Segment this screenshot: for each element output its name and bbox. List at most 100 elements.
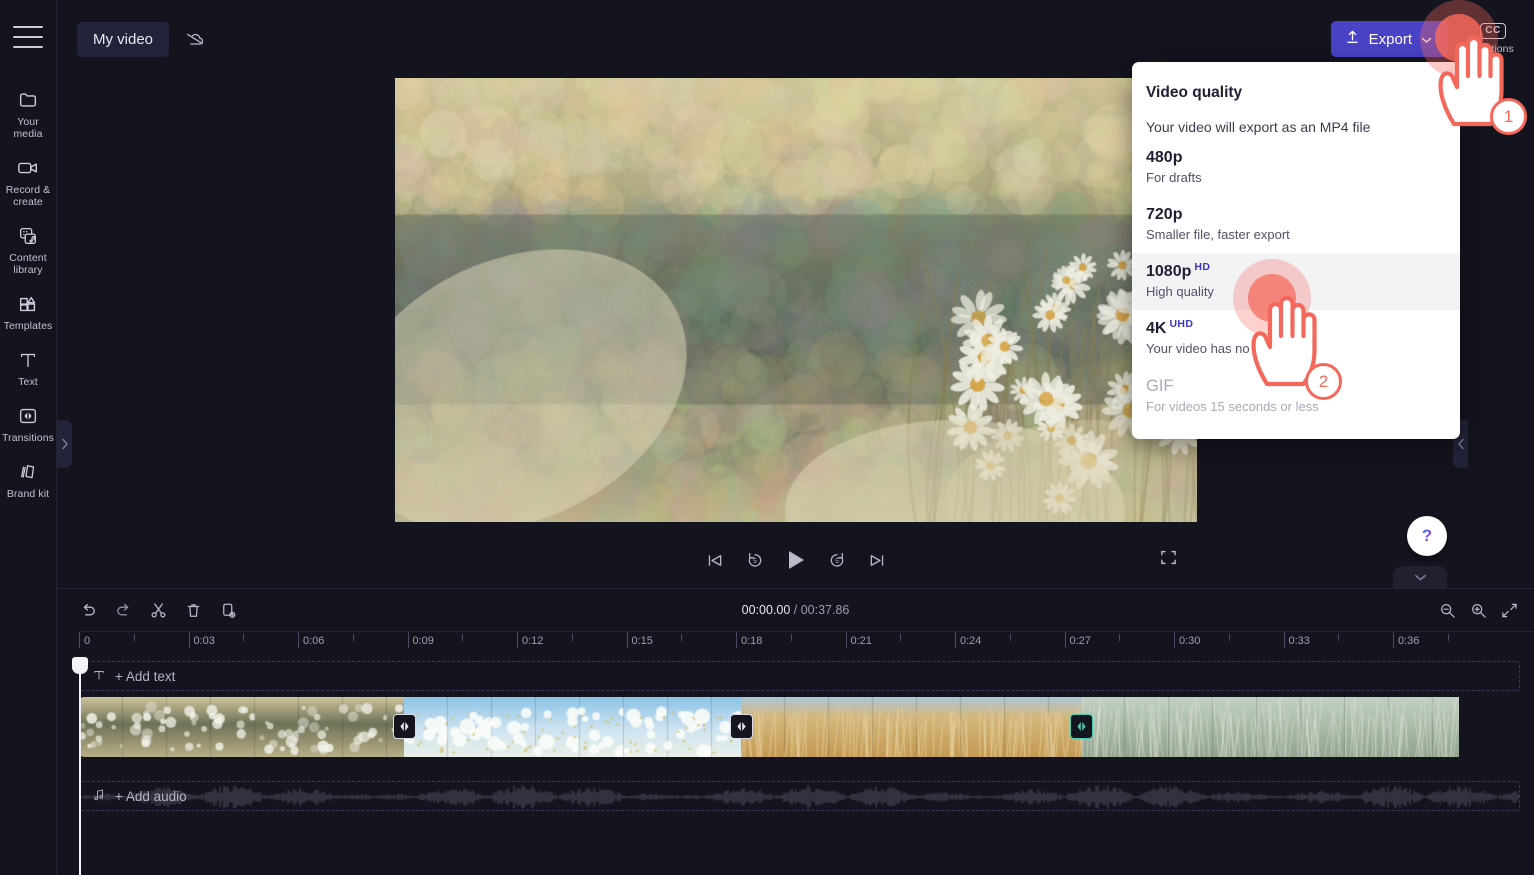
ruler-tick-minor <box>571 632 573 641</box>
timeline-clip[interactable] <box>1081 697 1459 757</box>
skip-to-end-button[interactable] <box>867 551 886 570</box>
ruler-tick-minor <box>1447 632 1449 641</box>
ruler-tick: 0:09 <box>407 632 434 648</box>
ruler-tick: 0:03 <box>188 632 215 648</box>
clipchamp-video-editor: Your media Record & create Content libra… <box>0 0 1534 875</box>
sidebar-label: Record & create <box>5 184 51 208</box>
quality-option-4k[interactable]: 4K UHD Your video has no 4K media <box>1132 310 1460 367</box>
cloud-off-icon[interactable] <box>178 24 212 54</box>
hd-badge: HD <box>1194 261 1211 273</box>
expand-left-panel-button[interactable] <box>57 420 72 468</box>
ruler-tick: 0 <box>79 632 90 648</box>
ruler-tick-minor <box>681 632 683 641</box>
captions-button[interactable]: CC Captions <box>1468 23 1518 55</box>
sidebar-item-templates[interactable]: Templates <box>0 282 57 338</box>
play-button[interactable] <box>785 548 807 572</box>
ruler-tick: 0:27 <box>1064 632 1091 648</box>
player-controls: 5 5 <box>395 532 1197 588</box>
text-t-icon <box>92 668 106 685</box>
ruler-tick-minor <box>352 632 354 641</box>
ruler-tick-minor <box>243 632 245 641</box>
sidebar-item-content-library[interactable]: Content library <box>0 214 57 282</box>
fit-timeline-button[interactable] <box>1501 602 1518 619</box>
duplicate-button[interactable] <box>219 601 238 620</box>
ruler-tick: 0:18 <box>736 632 762 648</box>
clip-thumbnail-strip <box>79 697 404 757</box>
ruler-tick: 0:21 <box>845 632 872 648</box>
rewind-5-seconds-button[interactable]: 5 <box>745 550 765 570</box>
sidebar-label: Templates <box>3 320 53 332</box>
sidebar-item-record-create[interactable]: Record & create <box>0 146 57 214</box>
split-button[interactable] <box>149 601 168 620</box>
fullscreen-button[interactable] <box>1160 549 1177 571</box>
ruler-tick-minor <box>1119 632 1121 641</box>
quality-option-1080p[interactable]: 1080p HD High quality <box>1132 253 1460 310</box>
transition-marker[interactable] <box>393 714 416 739</box>
export-label: Export <box>1368 30 1412 48</box>
clip-thumbnail-strip <box>404 697 741 757</box>
total-time: / 00:37.86 <box>793 603 850 617</box>
svg-text:5: 5 <box>753 558 757 565</box>
timeline-clip[interactable] <box>79 697 404 757</box>
playhead[interactable] <box>72 657 88 875</box>
timeline-ruler[interactable]: 0 0:03 0:06 0:09 0:12 0:15 0:18 0:21 0:24 0:27 0:3… <box>79 631 1534 657</box>
sidebar-label: Transitions <box>1 432 55 444</box>
sidebar-label: Text <box>18 376 38 388</box>
ruler-tick-minor <box>1009 632 1011 641</box>
video-preview[interactable] <box>394 70 1197 522</box>
collapse-preview-button[interactable] <box>1393 566 1447 588</box>
help-button[interactable]: ? <box>1407 516 1447 556</box>
sidebar-item-brand-kit[interactable]: Brand kit <box>0 450 57 506</box>
ruler-tick-minor <box>462 632 464 641</box>
sidebar-item-text[interactable]: Text <box>0 338 57 394</box>
ruler-tick: 0:30 <box>1174 632 1200 648</box>
timeline-clip[interactable] <box>404 697 741 757</box>
upload-arrow-icon <box>1345 29 1360 49</box>
video-clip-track[interactable] <box>79 697 1520 757</box>
undo-button[interactable] <box>79 601 98 620</box>
skip-to-start-button[interactable] <box>706 551 725 570</box>
sidebar-label: Content library <box>9 252 47 276</box>
captions-label: Captions <box>1472 43 1514 55</box>
option-desc: For videos 15 seconds or less <box>1146 399 1319 414</box>
sidebar-item-your-media[interactable]: Your media <box>0 78 57 146</box>
option-name: 480p <box>1146 149 1183 166</box>
sidebar-item-transitions[interactable]: Transitions <box>0 394 57 450</box>
brand-kit-icon <box>17 459 39 485</box>
ruler-tick: 0:33 <box>1283 632 1310 648</box>
step-badge-2: 2 <box>1305 363 1342 400</box>
audio-waveform <box>80 783 1519 810</box>
export-button[interactable]: Export <box>1330 21 1448 57</box>
svg-text:?: ? <box>1422 526 1432 545</box>
ruler-tick-minor <box>133 632 135 641</box>
quality-option-720p[interactable]: 720p Smaller file, faster export <box>1132 196 1460 253</box>
zoom-out-button[interactable] <box>1439 602 1456 619</box>
transition-marker[interactable] <box>1070 714 1093 739</box>
uhd-badge: UHD <box>1169 318 1194 330</box>
text-t-icon <box>17 347 39 373</box>
quality-option-gif: GIF For videos 15 seconds or less <box>1132 367 1460 425</box>
quality-option-480p[interactable]: 480p For drafts <box>1132 139 1460 196</box>
project-title[interactable]: My video <box>77 21 170 57</box>
add-text-track[interactable]: + Add text <box>79 661 1520 691</box>
transition-marker[interactable] <box>730 714 753 739</box>
forward-5-seconds-button[interactable]: 5 <box>827 550 847 570</box>
clip-thumbnail-strip <box>1081 697 1459 757</box>
chevron-right-icon <box>61 438 68 450</box>
ruler-tick-minor <box>900 632 902 641</box>
add-audio-track[interactable]: + Add audio <box>79 781 1520 811</box>
redo-button[interactable] <box>114 601 133 620</box>
timeline-clip[interactable] <box>741 697 1081 757</box>
folder-icon <box>17 87 39 113</box>
step-badge-1: 1 <box>1490 98 1527 135</box>
option-name: 1080p <box>1146 263 1192 280</box>
ruler-tick: 0:06 <box>298 632 324 648</box>
delete-button[interactable] <box>184 601 203 620</box>
zoom-in-button[interactable] <box>1470 602 1487 619</box>
chevron-down-icon[interactable] <box>1421 31 1432 48</box>
timeline-toolbar: 00:00.00 / 00:37.86 <box>57 589 1534 631</box>
content-library-icon <box>17 223 39 249</box>
hamburger-menu-icon[interactable] <box>13 26 43 48</box>
playhead-handle[interactable] <box>72 657 88 674</box>
cc-icon: CC <box>1480 23 1506 39</box>
